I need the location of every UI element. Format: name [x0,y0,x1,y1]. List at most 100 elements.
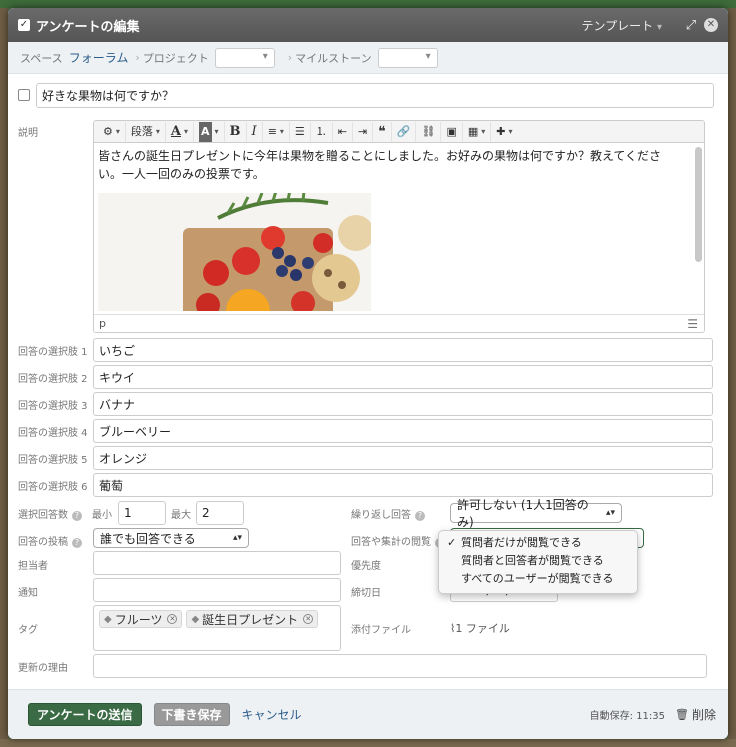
subject-checkbox[interactable] [18,89,30,101]
help-icon[interactable]: ? [72,511,82,521]
background-app-left [0,8,8,747]
reason-input[interactable] [93,654,707,678]
description-label: 説明 [18,128,38,139]
view-option-all-users[interactable]: すべてのユーザーが閲覧できる [439,570,637,588]
close-icon[interactable]: ✕ [704,18,718,32]
choice-label: 回答の選択肢 3 [18,400,88,412]
check-icon: ✓ [447,536,457,549]
indent-button[interactable]: ⇥ [353,121,374,142]
breadcrumb-separator: › [135,51,140,64]
attachment-link[interactable]: ⌇1 ファイル [450,620,510,636]
space-label: スペース [20,51,63,65]
choice-input-2[interactable]: キウイ [93,365,713,389]
numbered-list-button[interactable]: ⒈ [311,121,333,142]
table-button[interactable]: ▦ ▾ [463,121,492,142]
numbered-list-icon: ⒈ [315,124,327,138]
autosave-status: 自動保存: 11:35 [589,711,666,722]
blockquote-button[interactable]: ❝ [373,121,392,142]
bullet-list-icon: ☰ [294,124,305,138]
priority-label: 優先度 [351,561,381,572]
expand-icon[interactable]: ⤢ [684,18,698,33]
min-input[interactable]: 1 [118,501,166,525]
background-color-icon: A [199,121,212,142]
post-permission-select[interactable]: 誰でも回答できる ▴▾ [93,528,249,548]
project-select[interactable] [214,47,275,68]
project-label: プロジェクト [142,51,209,65]
updown-icon: ▴▾ [605,508,615,518]
assignee-input[interactable] [93,551,341,575]
choice-row: 回答の選択肢 3 バナナ [18,392,714,416]
space-link-forum[interactable]: フォーラム [69,49,129,66]
milestone-select[interactable] [377,47,438,68]
trash-icon[interactable]: 🗑 [675,708,689,721]
view-option-questioner-and-respondents[interactable]: 質問者と回答者が閲覧できる [439,552,637,570]
repeat-answer-select[interactable]: 許可しない (1人1回答のみ) ▴▾ [450,498,622,529]
editor-content[interactable]: 皆さんの誕生日プレゼントに今年は果物を贈ることにしました。お好みの果物は何ですか… [94,143,704,313]
delete-link[interactable]: 削除 [692,706,716,723]
unlink-icon: ⛓ [421,124,436,138]
tags-label: タグ [18,625,38,636]
tag-item: ◆ 誕生日プレゼント ✕ [186,610,319,628]
gear-icon: ⚙ [103,124,113,138]
checkbox-icon: ✓ [18,19,30,31]
fruit-photo [98,193,371,311]
editor-statusbar: p ☰ [94,314,704,332]
choice-label: 回答の選択肢 4 [18,427,88,439]
align-button[interactable]: ≡ ▾ [263,121,290,142]
outdent-icon: ⇤ [337,124,348,138]
gear-menu-button[interactable]: ⚙ ▾ [98,121,126,142]
indent-icon: ⇥ [358,124,368,138]
view-label: 回答や集計の閲覧? [351,533,445,548]
choice-input-4[interactable]: ブルーベリー [93,419,713,443]
dialog-title: アンケートの編集 [36,19,140,35]
paragraph-format-button[interactable]: 段落 ▾ [126,121,166,142]
choice-label: 回答の選択肢 1 [18,346,88,358]
background-color-button[interactable]: A ▾ [194,121,225,142]
outdent-button[interactable]: ⇤ [333,121,354,142]
tags-input[interactable]: ◆ フルーツ ✕ ◆ 誕生日プレゼント ✕ [93,605,341,651]
save-draft-button[interactable]: 下書き保存 [153,703,230,726]
edit-survey-dialog: ✓ アンケートの編集 テンプレート ▾ ⤢ ✕ スペース フォーラム › プロジ… [8,8,728,739]
tag-item: ◆ フルーツ ✕ [99,610,183,628]
unlink-button[interactable]: ⛓ [416,121,442,142]
quote-icon: ❝ [378,123,386,140]
editor-scrollbar[interactable] [695,147,702,262]
notify-input[interactable] [93,578,341,602]
link-button[interactable]: 🔗 [392,121,417,142]
deadline-label: 締切日 [351,588,381,599]
help-icon[interactable]: ? [415,511,425,521]
max-input[interactable]: 2 [196,501,244,525]
cancel-link[interactable]: キャンセル [242,706,302,723]
plugin-button[interactable]: ✚ ▾ [491,122,517,142]
submit-survey-button[interactable]: アンケートの送信 [28,703,142,726]
choice-input-1[interactable]: いちご [93,338,713,362]
choice-input-3[interactable]: バナナ [93,392,713,416]
post-label: 回答の投稿? [18,533,82,548]
tag-remove-icon[interactable]: ✕ [303,614,314,624]
image-icon: ▣ [446,124,457,138]
template-button[interactable]: テンプレート ▾ [582,17,663,34]
bullet-list-button[interactable]: ☰ [290,121,311,142]
menu-icon[interactable]: ☰ [687,316,698,332]
attachment-label: 添付ファイル [351,625,411,636]
rich-text-editor: ⚙ ▾ 段落 ▾ A ▾ A ▾ B I ≡ ▾ ☰ ⒈ ⇤ ⇥ ❝ 🔗 ⛓ ▣ ▦ ▾ [93,120,705,333]
element-path: p [99,317,106,330]
choice-label: 回答の選択肢 5 [18,454,88,466]
help-icon[interactable]: ? [72,538,82,548]
image-button[interactable]: ▣ [441,121,463,142]
milestone-label: マイルストーン [295,51,372,65]
choice-input-6[interactable]: 葡萄 [93,473,713,497]
italic-button[interactable]: I [247,121,263,142]
reason-label: 更新の理由 [18,663,68,674]
puzzle-icon: ✚ [496,124,506,138]
choice-input-5[interactable]: オレンジ [93,446,713,470]
choice-row: 回答の選択肢 1 いちご [18,338,714,362]
font-color-button[interactable]: A ▾ [166,121,195,142]
align-left-icon: ≡ [267,124,277,138]
subject-input[interactable]: 好きな果物は何ですか？ [36,82,714,108]
description-row: 説明 ⚙ ▾ 段落 ▾ A ▾ A ▾ B I ≡ ▾ ☰ ⒈ ⇤ ⇥ ❝ 🔗 ⛓ [18,120,714,333]
bold-button[interactable]: B [225,121,247,142]
breadcrumb-separator: › [287,51,293,64]
tag-remove-icon[interactable]: ✕ [167,614,178,624]
view-option-questioner-only[interactable]: ✓ 質問者だけが閲覧できる [439,534,637,552]
